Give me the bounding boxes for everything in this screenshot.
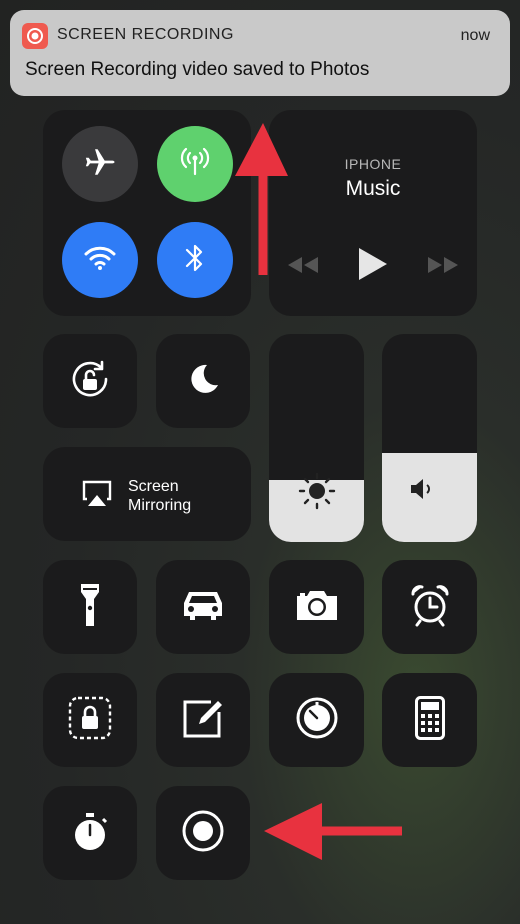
- airplane-icon: [83, 145, 117, 184]
- guided-access-button[interactable]: [43, 673, 137, 767]
- do-not-disturb-button[interactable]: [156, 334, 250, 428]
- rewind-icon: [286, 255, 320, 280]
- guided-access-icon: [67, 695, 113, 746]
- screen-record-button[interactable]: [156, 786, 250, 880]
- notes-button[interactable]: [156, 673, 250, 767]
- fast-forward-icon: [426, 255, 460, 280]
- calculator-button[interactable]: [382, 673, 477, 767]
- timer-icon: [295, 696, 339, 745]
- notes-icon: [181, 696, 225, 745]
- notification-message: Screen Recording video saved to Photos: [25, 59, 370, 80]
- volume-slider[interactable]: [382, 334, 477, 542]
- annotation-arrow-left: [264, 803, 402, 860]
- orientation-lock-button[interactable]: [43, 334, 137, 428]
- bluetooth-toggle[interactable]: [157, 222, 233, 298]
- timer-button[interactable]: [269, 673, 364, 767]
- notification-time: now: [460, 27, 490, 44]
- music-title: Music: [345, 177, 401, 200]
- camera-icon: [295, 588, 339, 627]
- screen-mirroring-label-line2: Mirroring: [128, 497, 192, 514]
- alarm-icon: [408, 583, 452, 632]
- connectivity-module: [43, 110, 251, 316]
- music-module[interactable]: IPHONE Music: [269, 110, 477, 316]
- orientation-lock-icon: [66, 355, 114, 408]
- do-not-disturb-icon: [185, 361, 221, 402]
- play-button[interactable]: [353, 246, 393, 286]
- stopwatch-button[interactable]: [43, 786, 137, 880]
- screen-record-icon: [181, 809, 225, 858]
- speaker-icon: [409, 477, 437, 506]
- next-track-button[interactable]: [423, 252, 463, 282]
- camera-button[interactable]: [269, 560, 364, 654]
- alarm-button[interactable]: [382, 560, 477, 654]
- screen-mirroring-label-line1: Screen: [128, 478, 179, 495]
- airplane-mode-toggle[interactable]: [62, 126, 138, 202]
- screen-recording-app-icon: [22, 23, 48, 49]
- play-icon: [357, 246, 389, 287]
- airplay-icon: [81, 479, 113, 514]
- music-source-label: IPHONE: [344, 156, 402, 172]
- cellular-icon: [177, 144, 213, 185]
- wifi-toggle[interactable]: [62, 222, 138, 298]
- car-icon: [180, 588, 226, 627]
- flashlight-button[interactable]: [43, 560, 137, 654]
- brightness-slider[interactable]: [269, 334, 364, 542]
- calculator-icon: [414, 695, 445, 745]
- stopwatch-icon: [70, 809, 110, 858]
- notification-banner[interactable]: SCREEN RECORDING now Screen Recording vi…: [10, 10, 510, 96]
- screen-mirroring-button[interactable]: Screen Mirroring: [43, 447, 251, 541]
- bluetooth-icon: [184, 241, 206, 280]
- annotation-arrow-up: [235, 123, 288, 275]
- wifi-icon: [82, 243, 118, 278]
- notification-app-name: SCREEN RECORDING: [57, 26, 234, 43]
- car-mode-button[interactable]: [156, 560, 250, 654]
- brightness-icon: [297, 471, 337, 516]
- flashlight-icon: [79, 582, 101, 633]
- cellular-data-toggle[interactable]: [157, 126, 233, 202]
